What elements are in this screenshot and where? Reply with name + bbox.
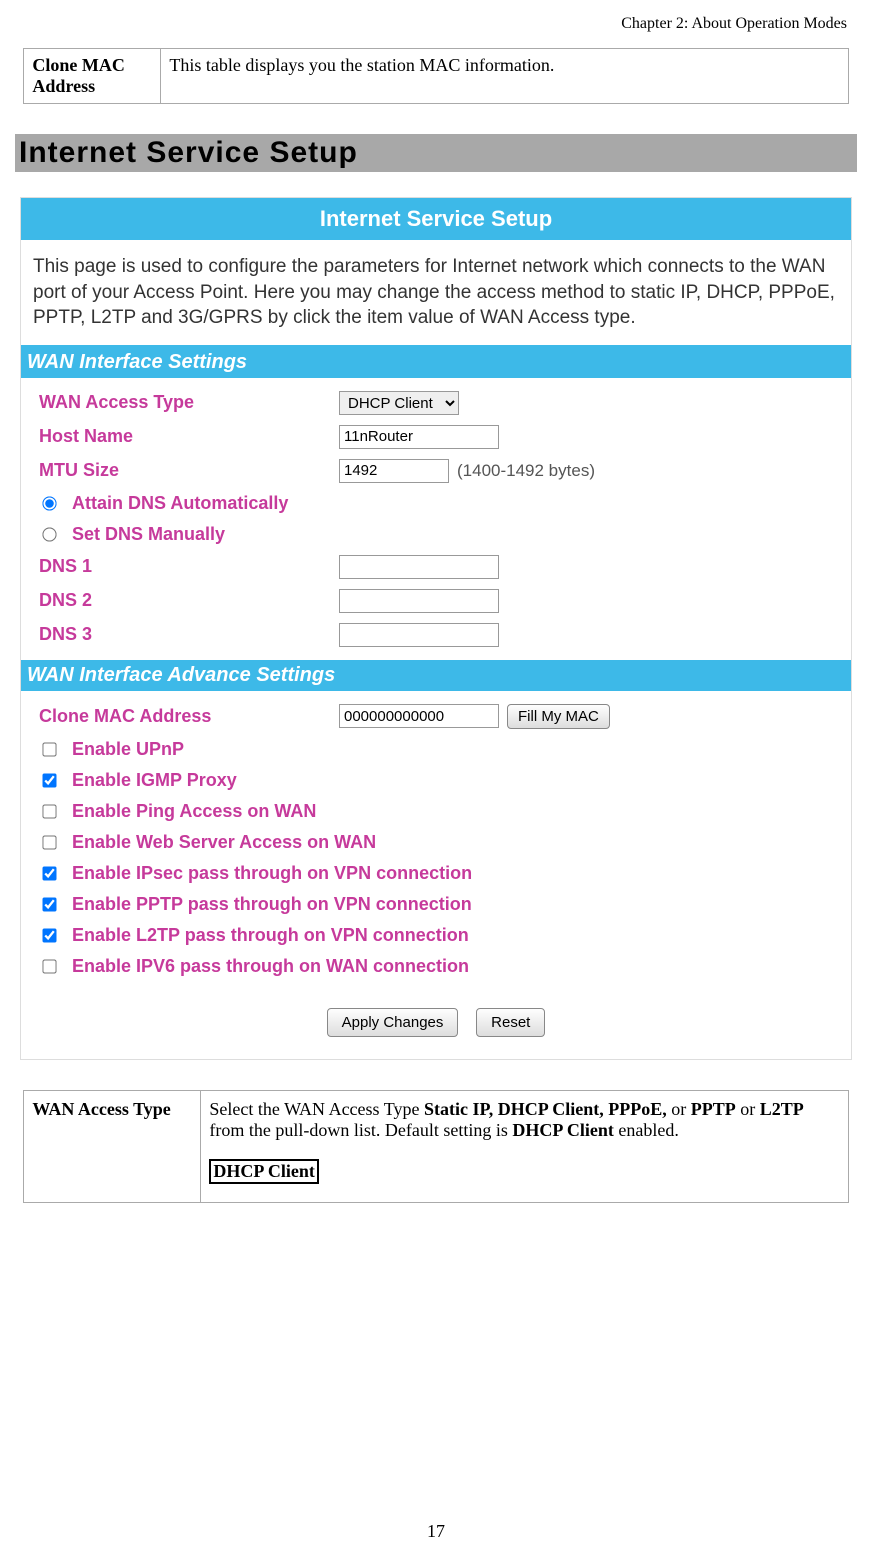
wan-access-type-desc: Select the WAN Access Type Static IP, DH… xyxy=(201,1090,848,1202)
dns-manual-label: Set DNS Manually xyxy=(72,524,225,545)
checkbox-5[interactable] xyxy=(42,897,56,911)
apply-changes-button[interactable]: Apply Changes xyxy=(327,1008,459,1037)
mtu-size-input[interactable] xyxy=(339,459,449,483)
checkbox-label-4: Enable IPsec pass through on VPN connect… xyxy=(72,863,472,884)
checkbox-2[interactable] xyxy=(42,804,56,818)
dns3-input[interactable] xyxy=(339,623,499,647)
clone-mac-input[interactable] xyxy=(339,704,499,728)
screenshot-description: This page is used to configure the param… xyxy=(21,240,851,345)
wan-interface-settings-header: WAN Interface Settings xyxy=(21,347,851,378)
checkbox-label-5: Enable PPTP pass through on VPN connecti… xyxy=(72,894,472,915)
chapter-header: Chapter 2: About Operation Modes xyxy=(15,10,857,48)
checkbox-3[interactable] xyxy=(42,835,56,849)
host-name-label: Host Name xyxy=(39,426,339,447)
wan-access-type-label: WAN Access Type xyxy=(39,392,339,413)
dns1-input[interactable] xyxy=(339,555,499,579)
screenshot-panel: Internet Service Setup This page is used… xyxy=(20,197,852,1060)
dns2-label: DNS 2 xyxy=(39,590,339,611)
checkbox-label-2: Enable Ping Access on WAN xyxy=(72,801,316,822)
checkbox-label-6: Enable L2TP pass through on VPN connecti… xyxy=(72,925,469,946)
mtu-hint: (1400-1492 bytes) xyxy=(457,461,595,481)
wan-advance-settings-header: WAN Interface Advance Settings xyxy=(21,660,851,691)
dns-auto-label: Attain DNS Automatically xyxy=(72,493,288,514)
dns-auto-radio[interactable] xyxy=(42,496,56,510)
top-definition-table: Clone MAC Address This table displays yo… xyxy=(23,48,848,104)
checkbox-0[interactable] xyxy=(42,742,56,756)
mtu-size-label: MTU Size xyxy=(39,460,339,481)
fill-my-mac-button[interactable]: Fill My MAC xyxy=(507,704,610,729)
checkbox-6[interactable] xyxy=(42,928,56,942)
checkbox-label-1: Enable IGMP Proxy xyxy=(72,770,237,791)
checkbox-label-3: Enable Web Server Access on WAN xyxy=(72,832,376,853)
page-number: 17 xyxy=(0,1521,872,1542)
dns3-label: DNS 3 xyxy=(39,624,339,645)
checkbox-4[interactable] xyxy=(42,866,56,880)
reset-button[interactable]: Reset xyxy=(476,1008,545,1037)
clone-mac-desc: This table displays you the station MAC … xyxy=(161,49,848,104)
checkbox-label-7: Enable IPV6 pass through on WAN connecti… xyxy=(72,956,469,977)
wan-access-type-select[interactable]: DHCP Client xyxy=(339,391,459,415)
checkbox-7[interactable] xyxy=(42,959,56,973)
dns1-label: DNS 1 xyxy=(39,556,339,577)
wan-access-type-term: WAN Access Type xyxy=(24,1090,201,1202)
checkbox-label-0: Enable UPnP xyxy=(72,739,184,760)
checkbox-1[interactable] xyxy=(42,773,56,787)
dhcp-client-box: DHCP Client xyxy=(209,1159,319,1184)
bottom-definition-table: WAN Access Type Select the WAN Access Ty… xyxy=(23,1090,848,1203)
host-name-input[interactable] xyxy=(339,425,499,449)
section-banner: Internet Service Setup xyxy=(15,134,857,172)
dns2-input[interactable] xyxy=(339,589,499,613)
dns-manual-radio[interactable] xyxy=(42,527,56,541)
clone-mac-label: Clone MAC Address xyxy=(39,706,339,727)
clone-mac-term: Clone MAC Address xyxy=(24,49,161,104)
screenshot-title: Internet Service Setup xyxy=(21,198,851,240)
